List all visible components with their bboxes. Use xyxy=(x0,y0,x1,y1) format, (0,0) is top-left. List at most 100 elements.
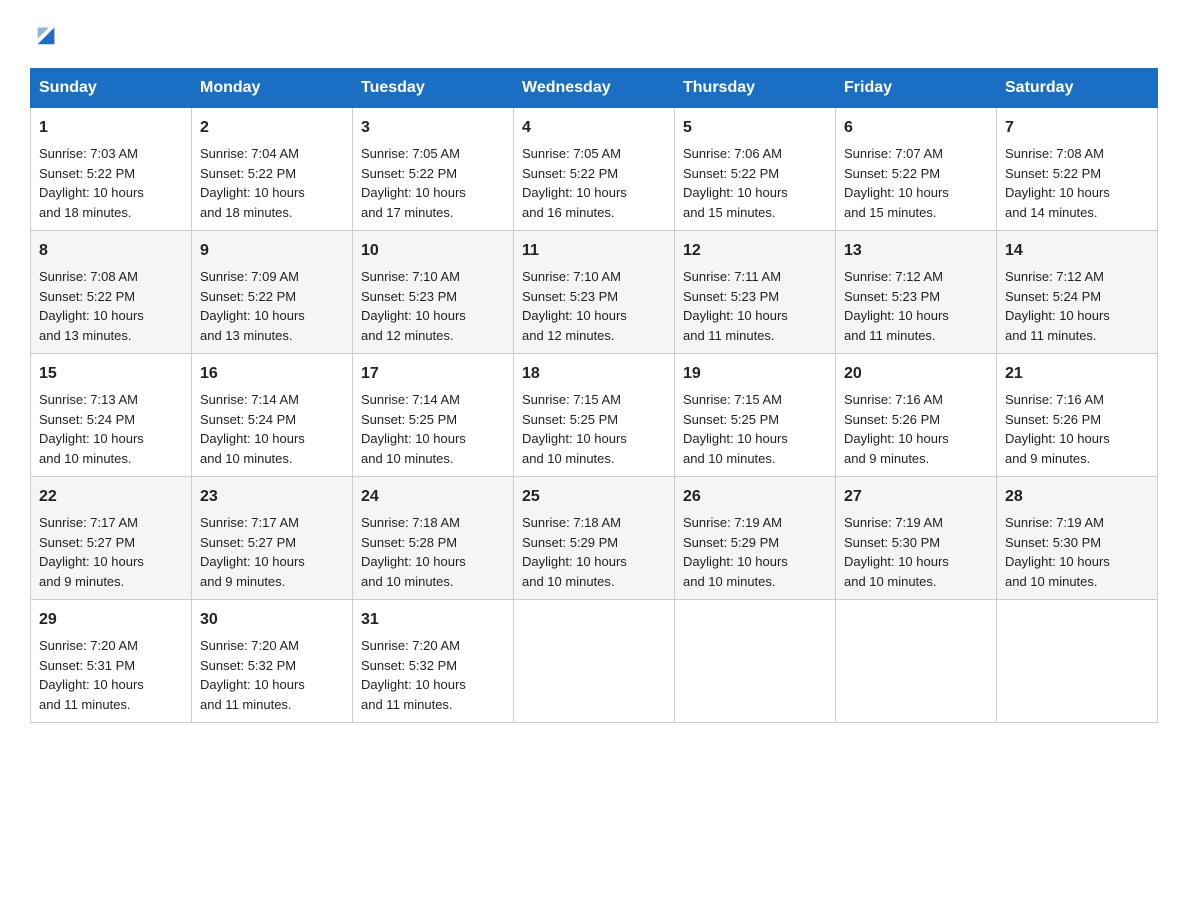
day-cell: 3 Sunrise: 7:05 AMSunset: 5:22 PMDayligh… xyxy=(353,108,514,231)
day-number: 4 xyxy=(522,116,666,140)
day-number: 31 xyxy=(361,608,505,632)
day-number: 7 xyxy=(1005,116,1149,140)
day-cell: 2 Sunrise: 7:04 AMSunset: 5:22 PMDayligh… xyxy=(192,108,353,231)
day-info: Sunrise: 7:15 AMSunset: 5:25 PMDaylight:… xyxy=(683,392,788,466)
day-cell: 6 Sunrise: 7:07 AMSunset: 5:22 PMDayligh… xyxy=(836,108,997,231)
header-wednesday: Wednesday xyxy=(514,69,675,108)
day-cell: 27 Sunrise: 7:19 AMSunset: 5:30 PMDaylig… xyxy=(836,477,997,600)
day-number: 17 xyxy=(361,362,505,386)
day-number: 22 xyxy=(39,485,183,509)
day-number: 5 xyxy=(683,116,827,140)
day-number: 21 xyxy=(1005,362,1149,386)
day-info: Sunrise: 7:14 AMSunset: 5:25 PMDaylight:… xyxy=(361,392,466,466)
day-info: Sunrise: 7:15 AMSunset: 5:25 PMDaylight:… xyxy=(522,392,627,466)
page-header xyxy=(30,20,1158,48)
week-row-2: 8 Sunrise: 7:08 AMSunset: 5:22 PMDayligh… xyxy=(31,231,1158,354)
day-cell: 25 Sunrise: 7:18 AMSunset: 5:29 PMDaylig… xyxy=(514,477,675,600)
day-cell: 22 Sunrise: 7:17 AMSunset: 5:27 PMDaylig… xyxy=(31,477,192,600)
day-cell: 11 Sunrise: 7:10 AMSunset: 5:23 PMDaylig… xyxy=(514,231,675,354)
calendar-table: SundayMondayTuesdayWednesdayThursdayFrid… xyxy=(30,68,1158,723)
day-cell xyxy=(836,600,997,723)
week-row-4: 22 Sunrise: 7:17 AMSunset: 5:27 PMDaylig… xyxy=(31,477,1158,600)
day-cell xyxy=(514,600,675,723)
day-number: 20 xyxy=(844,362,988,386)
day-info: Sunrise: 7:13 AMSunset: 5:24 PMDaylight:… xyxy=(39,392,144,466)
day-info: Sunrise: 7:10 AMSunset: 5:23 PMDaylight:… xyxy=(361,269,466,343)
day-cell: 13 Sunrise: 7:12 AMSunset: 5:23 PMDaylig… xyxy=(836,231,997,354)
week-row-1: 1 Sunrise: 7:03 AMSunset: 5:22 PMDayligh… xyxy=(31,108,1158,231)
header-friday: Friday xyxy=(836,69,997,108)
day-info: Sunrise: 7:10 AMSunset: 5:23 PMDaylight:… xyxy=(522,269,627,343)
day-info: Sunrise: 7:14 AMSunset: 5:24 PMDaylight:… xyxy=(200,392,305,466)
week-row-3: 15 Sunrise: 7:13 AMSunset: 5:24 PMDaylig… xyxy=(31,354,1158,477)
day-info: Sunrise: 7:12 AMSunset: 5:23 PMDaylight:… xyxy=(844,269,949,343)
day-number: 9 xyxy=(200,239,344,263)
day-info: Sunrise: 7:20 AMSunset: 5:31 PMDaylight:… xyxy=(39,638,144,712)
logo xyxy=(30,20,60,48)
day-info: Sunrise: 7:19 AMSunset: 5:30 PMDaylight:… xyxy=(844,515,949,589)
day-cell: 5 Sunrise: 7:06 AMSunset: 5:22 PMDayligh… xyxy=(675,108,836,231)
day-number: 30 xyxy=(200,608,344,632)
day-cell: 23 Sunrise: 7:17 AMSunset: 5:27 PMDaylig… xyxy=(192,477,353,600)
day-cell: 4 Sunrise: 7:05 AMSunset: 5:22 PMDayligh… xyxy=(514,108,675,231)
day-number: 8 xyxy=(39,239,183,263)
day-number: 1 xyxy=(39,116,183,140)
day-info: Sunrise: 7:08 AMSunset: 5:22 PMDaylight:… xyxy=(1005,146,1110,220)
day-info: Sunrise: 7:17 AMSunset: 5:27 PMDaylight:… xyxy=(39,515,144,589)
day-cell: 17 Sunrise: 7:14 AMSunset: 5:25 PMDaylig… xyxy=(353,354,514,477)
day-number: 27 xyxy=(844,485,988,509)
day-info: Sunrise: 7:09 AMSunset: 5:22 PMDaylight:… xyxy=(200,269,305,343)
day-number: 12 xyxy=(683,239,827,263)
day-number: 18 xyxy=(522,362,666,386)
day-number: 2 xyxy=(200,116,344,140)
day-info: Sunrise: 7:06 AMSunset: 5:22 PMDaylight:… xyxy=(683,146,788,220)
day-cell: 7 Sunrise: 7:08 AMSunset: 5:22 PMDayligh… xyxy=(997,108,1158,231)
day-cell: 1 Sunrise: 7:03 AMSunset: 5:22 PMDayligh… xyxy=(31,108,192,231)
day-info: Sunrise: 7:04 AMSunset: 5:22 PMDaylight:… xyxy=(200,146,305,220)
header-sunday: Sunday xyxy=(31,69,192,108)
day-cell: 19 Sunrise: 7:15 AMSunset: 5:25 PMDaylig… xyxy=(675,354,836,477)
day-number: 3 xyxy=(361,116,505,140)
day-info: Sunrise: 7:16 AMSunset: 5:26 PMDaylight:… xyxy=(844,392,949,466)
day-info: Sunrise: 7:03 AMSunset: 5:22 PMDaylight:… xyxy=(39,146,144,220)
day-info: Sunrise: 7:20 AMSunset: 5:32 PMDaylight:… xyxy=(361,638,466,712)
day-info: Sunrise: 7:12 AMSunset: 5:24 PMDaylight:… xyxy=(1005,269,1110,343)
day-cell: 9 Sunrise: 7:09 AMSunset: 5:22 PMDayligh… xyxy=(192,231,353,354)
day-cell: 12 Sunrise: 7:11 AMSunset: 5:23 PMDaylig… xyxy=(675,231,836,354)
day-cell: 18 Sunrise: 7:15 AMSunset: 5:25 PMDaylig… xyxy=(514,354,675,477)
day-number: 24 xyxy=(361,485,505,509)
day-cell: 24 Sunrise: 7:18 AMSunset: 5:28 PMDaylig… xyxy=(353,477,514,600)
day-number: 11 xyxy=(522,239,666,263)
day-cell: 30 Sunrise: 7:20 AMSunset: 5:32 PMDaylig… xyxy=(192,600,353,723)
day-info: Sunrise: 7:08 AMSunset: 5:22 PMDaylight:… xyxy=(39,269,144,343)
calendar-header-row: SundayMondayTuesdayWednesdayThursdayFrid… xyxy=(31,69,1158,108)
day-cell: 10 Sunrise: 7:10 AMSunset: 5:23 PMDaylig… xyxy=(353,231,514,354)
day-info: Sunrise: 7:05 AMSunset: 5:22 PMDaylight:… xyxy=(361,146,466,220)
day-cell: 28 Sunrise: 7:19 AMSunset: 5:30 PMDaylig… xyxy=(997,477,1158,600)
day-cell: 14 Sunrise: 7:12 AMSunset: 5:24 PMDaylig… xyxy=(997,231,1158,354)
day-info: Sunrise: 7:20 AMSunset: 5:32 PMDaylight:… xyxy=(200,638,305,712)
day-cell: 16 Sunrise: 7:14 AMSunset: 5:24 PMDaylig… xyxy=(192,354,353,477)
day-cell xyxy=(675,600,836,723)
logo-icon xyxy=(32,20,60,48)
day-number: 25 xyxy=(522,485,666,509)
day-cell: 26 Sunrise: 7:19 AMSunset: 5:29 PMDaylig… xyxy=(675,477,836,600)
day-number: 28 xyxy=(1005,485,1149,509)
day-info: Sunrise: 7:17 AMSunset: 5:27 PMDaylight:… xyxy=(200,515,305,589)
day-info: Sunrise: 7:18 AMSunset: 5:28 PMDaylight:… xyxy=(361,515,466,589)
day-number: 23 xyxy=(200,485,344,509)
day-number: 13 xyxy=(844,239,988,263)
header-thursday: Thursday xyxy=(675,69,836,108)
day-info: Sunrise: 7:11 AMSunset: 5:23 PMDaylight:… xyxy=(683,269,788,343)
day-info: Sunrise: 7:07 AMSunset: 5:22 PMDaylight:… xyxy=(844,146,949,220)
header-tuesday: Tuesday xyxy=(353,69,514,108)
day-info: Sunrise: 7:05 AMSunset: 5:22 PMDaylight:… xyxy=(522,146,627,220)
header-monday: Monday xyxy=(192,69,353,108)
week-row-5: 29 Sunrise: 7:20 AMSunset: 5:31 PMDaylig… xyxy=(31,600,1158,723)
day-number: 10 xyxy=(361,239,505,263)
day-number: 15 xyxy=(39,362,183,386)
day-info: Sunrise: 7:19 AMSunset: 5:30 PMDaylight:… xyxy=(1005,515,1110,589)
day-number: 19 xyxy=(683,362,827,386)
day-number: 14 xyxy=(1005,239,1149,263)
day-cell: 21 Sunrise: 7:16 AMSunset: 5:26 PMDaylig… xyxy=(997,354,1158,477)
